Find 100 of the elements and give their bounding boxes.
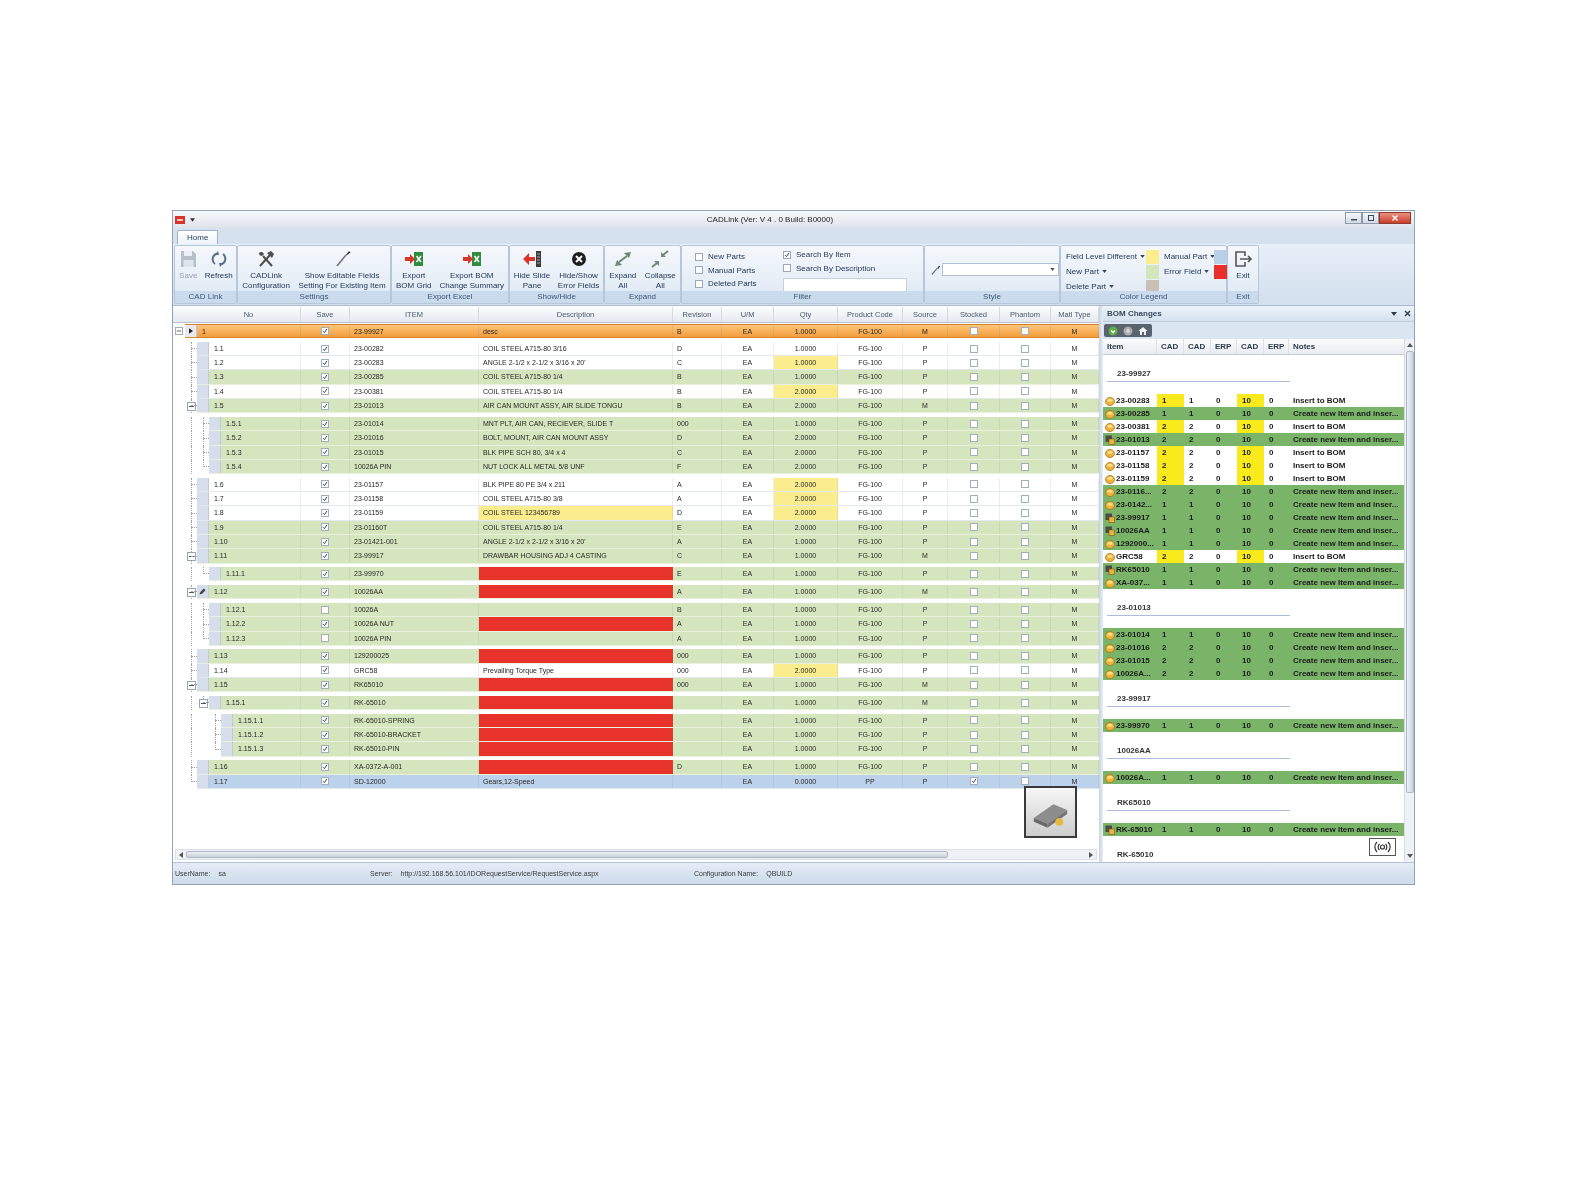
- stocked-checkbox[interactable]: [969, 401, 978, 410]
- column-header[interactable]: ERP: [1264, 339, 1289, 354]
- phantom-checkbox[interactable]: [1021, 551, 1029, 560]
- checkbox[interactable]: [783, 264, 791, 273]
- column-header[interactable]: CAD: [1157, 339, 1184, 354]
- change-row[interactable]: 23-99917 1 1 0 10 0 Create new Item and inser...: [1103, 511, 1404, 524]
- save-checkbox[interactable]: [321, 634, 329, 643]
- error-fields-button[interactable]: Hide/Show Error Fields: [556, 250, 601, 291]
- checkbox[interactable]: [695, 266, 703, 275]
- group-header[interactable]: 23-99917: [1117, 693, 1151, 705]
- configuration-button[interactable]: CADLink Configuration: [241, 250, 291, 291]
- stocked-checkbox[interactable]: [969, 344, 978, 353]
- change-row[interactable]: 10026A... 2 2 0 10 0 Create new Item and inser...: [1103, 667, 1404, 680]
- column-header[interactable]: Notes: [1289, 339, 1404, 354]
- row-header[interactable]: [197, 585, 209, 599]
- legend-dropdown[interactable]: Delete Part: [1065, 280, 1146, 293]
- legend-dropdown[interactable]: Error Field: [1163, 265, 1214, 278]
- phantom-checkbox[interactable]: [1021, 448, 1029, 457]
- phantom-checkbox[interactable]: [1021, 619, 1029, 628]
- close-button[interactable]: [1379, 212, 1411, 224]
- change-row[interactable]: 10026AA 1 1 0 10 0 Create new Item and inser...: [1103, 524, 1404, 537]
- scrollbar-thumb[interactable]: [186, 851, 948, 858]
- change-row[interactable]: 23-01013 2 2 0 10 0 Create new Item and inser...: [1103, 433, 1404, 446]
- phantom-checkbox[interactable]: [1021, 587, 1029, 596]
- save-checkbox[interactable]: [321, 698, 329, 707]
- style-dropdown[interactable]: [942, 263, 1059, 276]
- stocked-checkbox[interactable]: [969, 373, 978, 382]
- change-row[interactable]: 1292000... 1 1 0 10 0 Create new Item and inser...: [1103, 537, 1404, 550]
- stocked-checkbox[interactable]: [969, 777, 978, 786]
- phantom-checkbox[interactable]: [1021, 698, 1029, 707]
- tree-toggle-icon[interactable]: [198, 698, 208, 708]
- save-checkbox[interactable]: [321, 587, 329, 596]
- checkbox-label[interactable]: Deleted Parts: [708, 279, 757, 289]
- stocked-checkbox[interactable]: [969, 551, 978, 560]
- save-checkbox[interactable]: [321, 569, 329, 578]
- stocked-checkbox[interactable]: [969, 480, 978, 489]
- exit-button[interactable]: Exit: [1232, 250, 1254, 281]
- legend-dropdown[interactable]: Field Level Different: [1065, 250, 1146, 263]
- circle-icon[interactable]: [1123, 325, 1133, 336]
- save-checkbox[interactable]: [321, 494, 329, 503]
- phantom-checkbox[interactable]: [1021, 745, 1029, 753]
- column-header[interactable]: Item: [1103, 339, 1157, 354]
- refresh-button[interactable]: Refresh: [203, 250, 234, 281]
- phantom-checkbox[interactable]: [1021, 401, 1029, 410]
- legend-dropdown[interactable]: New Part: [1065, 265, 1146, 278]
- scroll-left-icon[interactable]: [179, 851, 183, 858]
- stocked-checkbox[interactable]: [969, 419, 978, 428]
- tree-toggle-icon[interactable]: [186, 401, 196, 411]
- save-checkbox[interactable]: [321, 419, 329, 428]
- save-checkbox[interactable]: [321, 480, 329, 489]
- phantom-checkbox[interactable]: [1021, 387, 1029, 396]
- phantom-checkbox[interactable]: [1021, 605, 1029, 614]
- save-checkbox[interactable]: [321, 401, 329, 410]
- export-grid-button[interactable]: Export BOM Grid: [395, 250, 433, 291]
- scroll-right-icon[interactable]: [1089, 851, 1093, 858]
- scroll-down-icon[interactable]: [1406, 854, 1413, 858]
- scroll-up-icon[interactable]: [1406, 343, 1413, 347]
- stocked-checkbox[interactable]: [969, 762, 978, 771]
- save-checkbox[interactable]: [321, 762, 329, 771]
- group-header[interactable]: 23-99927: [1117, 368, 1151, 380]
- checkbox-label[interactable]: New Parts: [708, 252, 745, 262]
- checkbox-label[interactable]: Search By Item: [796, 250, 851, 260]
- group-header[interactable]: 23-01013: [1117, 602, 1151, 614]
- save-checkbox[interactable]: [321, 666, 329, 675]
- export-summary-button[interactable]: Export BOM Change Summary: [438, 250, 505, 291]
- phantom-checkbox[interactable]: [1021, 373, 1029, 382]
- checkbox[interactable]: [783, 250, 791, 259]
- stocked-checkbox[interactable]: [969, 634, 978, 643]
- tree-toggle-icon[interactable]: [186, 587, 196, 597]
- phantom-checkbox[interactable]: [1021, 344, 1029, 353]
- checkbox[interactable]: [695, 279, 703, 288]
- ribbon-tab[interactable]: Home: [177, 230, 219, 244]
- change-row[interactable]: RK-65010 1 1 0 10 0 Create new Item and inser...: [1103, 823, 1404, 836]
- save-checkbox[interactable]: [321, 509, 329, 517]
- change-row[interactable]: 23-00285 1 1 0 10 0 Create new Item and inser...: [1103, 407, 1404, 420]
- save-checkbox[interactable]: [321, 537, 329, 546]
- change-row[interactable]: 23-0116... 2 2 0 10 0 Create new Item and inser...: [1103, 485, 1404, 498]
- phantom-checkbox[interactable]: [1021, 730, 1029, 739]
- checkbox-label[interactable]: Manual Parts: [708, 265, 756, 275]
- save-checkbox[interactable]: [321, 680, 329, 689]
- save-checkbox[interactable]: [321, 619, 329, 628]
- stocked-checkbox[interactable]: [969, 730, 978, 739]
- change-row[interactable]: 23-01015 2 2 0 10 0 Create new Item and inser...: [1103, 654, 1404, 667]
- legend-dropdown[interactable]: Manual Part: [1163, 250, 1214, 263]
- phantom-checkbox[interactable]: [1021, 509, 1029, 517]
- stocked-checkbox[interactable]: [969, 448, 978, 457]
- change-row[interactable]: 23-99970 1 1 0 10 0 Create new Item and inser...: [1103, 719, 1404, 732]
- editable-fields-button[interactable]: Show Editable Fields Setting For Existing Item: [297, 250, 387, 291]
- save-checkbox[interactable]: [321, 551, 329, 560]
- stocked-checkbox[interactable]: [969, 652, 978, 661]
- phantom-checkbox[interactable]: [1021, 419, 1029, 428]
- tree-toggle-icon[interactable]: [186, 680, 196, 690]
- save-checkbox[interactable]: [321, 462, 329, 471]
- change-row[interactable]: XA-037... 1 1 0 10 0 Create new Item and inser...: [1103, 576, 1404, 589]
- stocked-checkbox[interactable]: [969, 569, 978, 578]
- checkbox-label[interactable]: Search By Description: [796, 263, 876, 273]
- save-checkbox[interactable]: [321, 716, 329, 725]
- stocked-checkbox[interactable]: [969, 327, 978, 336]
- stocked-checkbox[interactable]: [969, 745, 978, 753]
- phantom-checkbox[interactable]: [1021, 777, 1029, 786]
